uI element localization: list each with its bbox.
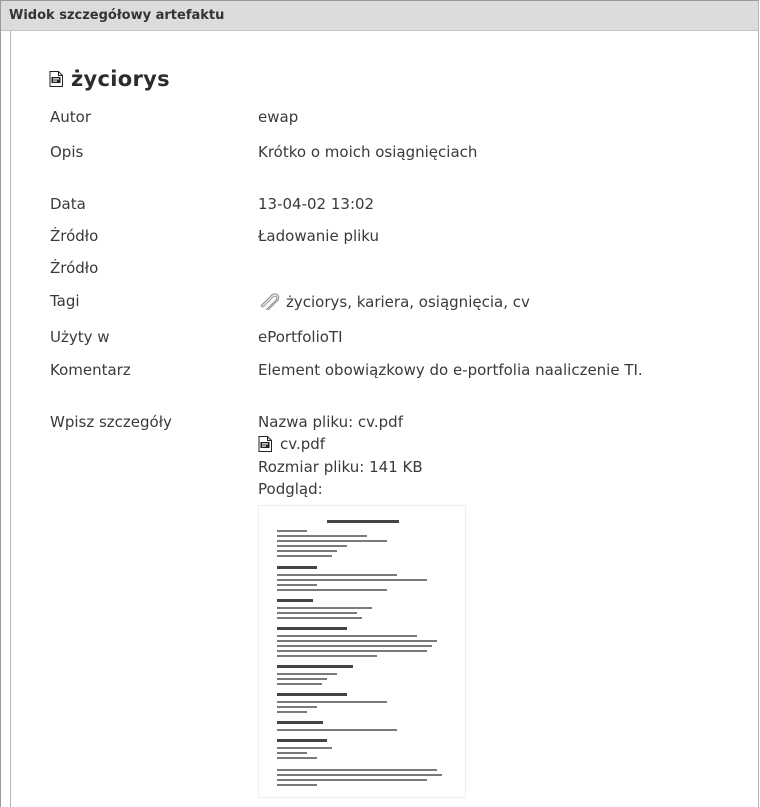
source-value-1: Ładowanie pliku [258,227,380,245]
file-download-link[interactable]: cv.pdf [258,435,325,453]
artefact-title: życiorys [71,67,170,91]
description-value: Krótko o moich osiągnięciach [258,143,478,161]
pdf-file-icon [258,436,272,452]
panel-header: Widok szczegółowy artefaktu [1,1,758,31]
used-in-label: Użyty w [50,328,110,346]
tags-value-row: życiorys, kariera, osiągnięcia, cv [258,292,530,311]
tags-label: Tagi [50,292,80,310]
date-label: Data [50,195,86,213]
author-value[interactable]: ewap [258,108,298,126]
document-preview-thumbnail[interactable] [259,506,465,797]
comment-label: Komentarz [50,361,131,379]
file-link-text[interactable]: cv.pdf [280,435,325,453]
preview-label: Podgląd: [258,480,323,498]
artefact-detail-panel: Widok szczegółowy artefaktu życiorys Aut… [0,0,759,807]
artefact-title-row: życiorys [49,67,170,91]
author-label: Autor [50,108,91,126]
panel-body: życiorys Autor ewap Opis Krótko o moich … [10,31,758,807]
description-label: Opis [50,143,84,161]
source-label-1: Źródło [50,227,99,245]
pdf-file-icon [49,71,63,87]
used-in-value[interactable]: ePortfolioTI [258,328,343,346]
filesize-text: Rozmiar pliku: 141 KB [258,458,423,476]
source-label-2: Źródło [50,259,99,277]
date-value: 13-04-02 13:02 [258,195,375,213]
tag-icon [260,293,280,310]
tags-value[interactable]: życiorys, kariera, osiągnięcia, cv [286,293,530,311]
comment-value: Element obowiązkowy do e-portfolia naali… [258,361,643,379]
details-label: Wpisz szczegóły [50,413,172,431]
filename-text: Nazwa pliku: cv.pdf [258,413,403,431]
